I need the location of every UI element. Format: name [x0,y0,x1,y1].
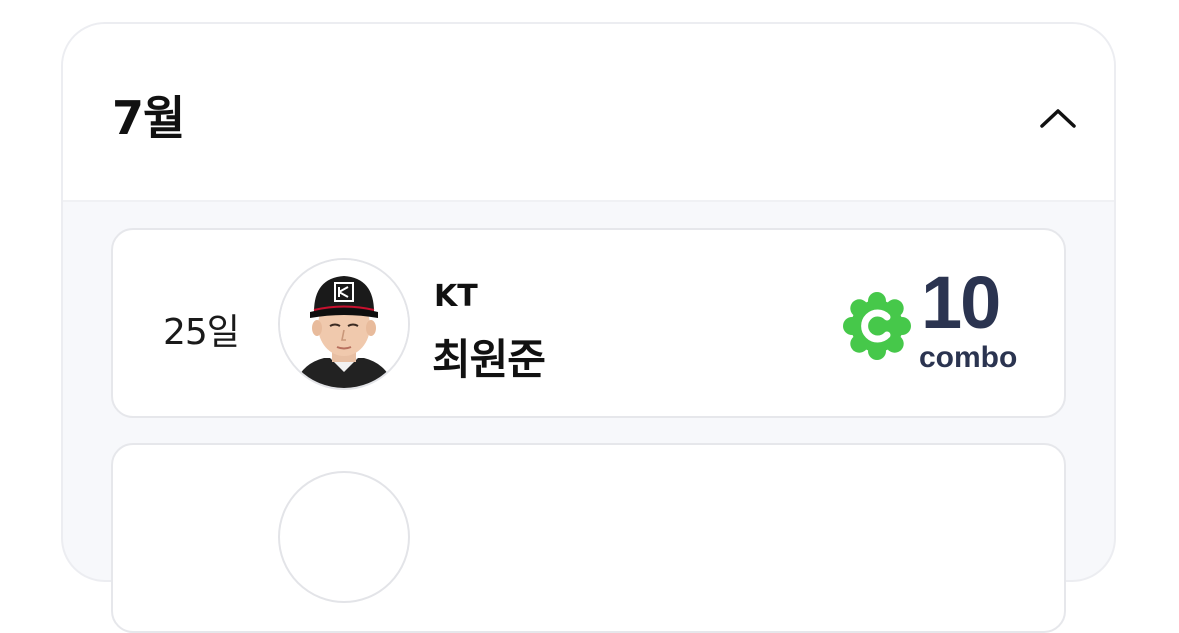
player-avatar [278,258,410,390]
player-avatar [278,471,410,603]
green-c-badge-icon [843,292,911,360]
team-name: KT [434,279,478,314]
player-name: 최원준 [432,335,546,384]
combo-entry-card[interactable]: 25일 KT 최원준 10 combo [111,228,1066,418]
player-photo [280,260,408,388]
combo-label: combo [919,341,1018,374]
combo-count: 10 [921,261,1001,344]
entry-day: 25일 [163,312,240,353]
combo-entry-card-partial[interactable] [111,443,1066,633]
